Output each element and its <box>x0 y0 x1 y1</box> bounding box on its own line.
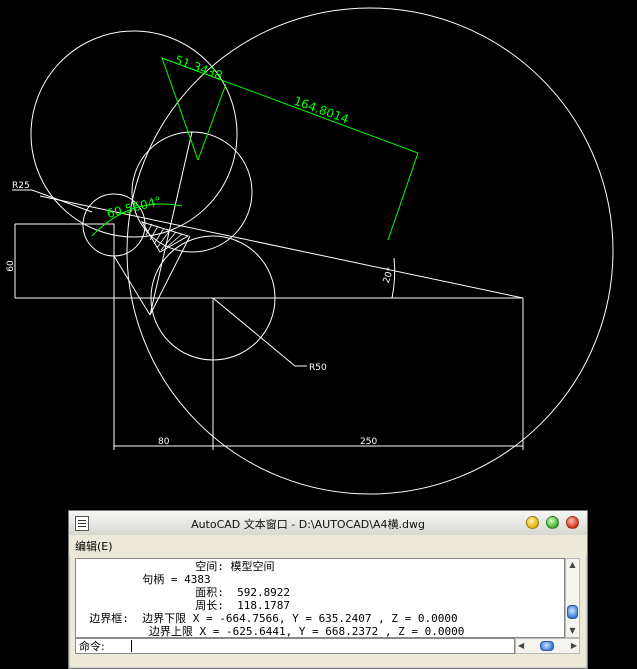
measure-divider <box>197 83 227 161</box>
vertical-scrollbar[interactable]: ▲ ▼ <box>565 558 580 638</box>
history-line: 空间: 模型空间 <box>76 560 275 573</box>
window-title: AutoCAD 文本窗口 - D:\AUTOCAD\A4横.dwg <box>191 518 425 531</box>
r25-label: R25 <box>12 181 30 191</box>
title-bar[interactable]: AutoCAD 文本窗口 - D:\AUTOCAD\A4横.dwg <box>69 511 587 536</box>
scroll-down-arrow-icon[interactable]: ▼ <box>566 625 579 637</box>
history-line: 边界框: 边界下限 X = -664.7566, Y = 635.2407 , … <box>76 612 458 625</box>
dim-250-label: 250 <box>360 437 377 447</box>
angle-60-label: 60.5604° <box>105 194 162 221</box>
menu-bar: 编辑(E) <box>69 535 587 555</box>
minimize-button[interactable] <box>526 516 539 529</box>
horizontal-scrollbar[interactable]: ◀ ▶ <box>515 638 580 654</box>
center-circle <box>131 131 253 253</box>
left-rectangle <box>15 223 115 299</box>
autocad-text-window[interactable]: AutoCAD 文本窗口 - D:\AUTOCAD\A4横.dwg 编辑(E) … <box>68 510 588 669</box>
r50-leader <box>212 297 307 367</box>
command-input[interactable] <box>130 640 500 652</box>
close-button[interactable] <box>566 516 579 529</box>
menu-edit[interactable]: 编辑(E) <box>75 538 113 554</box>
scroll-up-arrow-icon[interactable]: ▲ <box>566 559 579 571</box>
scroll-left-arrow-icon[interactable]: ◀ <box>518 641 524 650</box>
dim-80-label: 80 <box>158 437 170 447</box>
scroll-right-arrow-icon[interactable]: ▶ <box>571 641 577 650</box>
history-line: 面积: 592.8922 <box>76 586 291 599</box>
history-line: 周长: 118.1787 <box>76 599 291 612</box>
tangent-line-b <box>113 255 151 316</box>
history-line: 句柄 = 4383 <box>76 573 211 586</box>
horizontal-scroll-thumb[interactable] <box>540 641 554 651</box>
maximize-button[interactable] <box>546 516 559 529</box>
command-prompt-label: 命令: <box>79 640 105 653</box>
r25-leader <box>12 189 93 213</box>
command-history[interactable]: 空间: 模型空间 句柄 = 4383 面积: 592.8922 周长: 118.… <box>75 558 565 638</box>
length-164-label: 164.8014 <box>292 94 351 127</box>
history-line: 边界上限 X = -625.6441, Y = 668.2372 , Z = 0… <box>76 625 465 638</box>
r50-label: R50 <box>309 363 327 373</box>
dim-60-label: 60 <box>6 260 16 272</box>
command-line[interactable]: 命令: <box>75 638 515 654</box>
text-caret <box>131 640 132 652</box>
scroll-thumb[interactable] <box>567 605 578 619</box>
text-window-icon[interactable] <box>75 516 89 531</box>
